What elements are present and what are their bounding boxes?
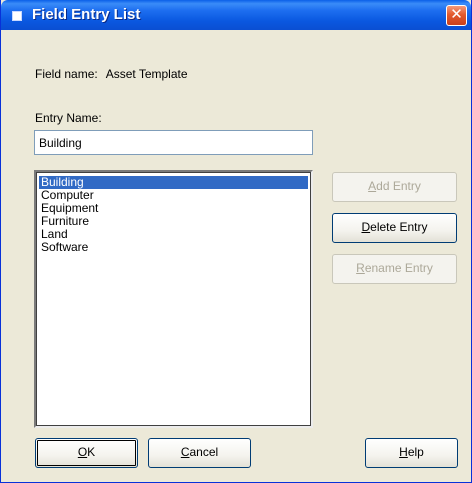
help-label: elp xyxy=(407,445,424,459)
cancel-button[interactable]: Cancel xyxy=(148,438,251,468)
field-name-row: Field name: Asset Template xyxy=(35,67,188,81)
title-bar[interactable]: Field Entry List ✕ xyxy=(1,0,471,30)
delete-entry-mnemonic: D xyxy=(361,220,371,234)
help-mnemonic: H xyxy=(399,445,408,459)
list-item[interactable]: Furniture xyxy=(39,215,308,228)
entry-name-label: Entry Name: xyxy=(35,111,102,125)
add-entry-label: dd Entry xyxy=(376,179,421,193)
field-name-value: Asset Template xyxy=(105,67,188,81)
ok-mnemonic: O xyxy=(77,445,88,459)
cancel-label: ancel xyxy=(189,445,219,459)
add-entry-mnemonic: A xyxy=(368,179,377,193)
window-title: Field Entry List xyxy=(32,6,141,23)
entry-name-input[interactable] xyxy=(34,130,313,155)
delete-entry-label: elete Entry xyxy=(370,220,428,234)
ok-label: K xyxy=(87,445,96,459)
close-button[interactable]: ✕ xyxy=(446,5,467,26)
help-button[interactable]: Help xyxy=(365,438,458,468)
add-entry-button[interactable]: Add Entry xyxy=(332,172,457,202)
close-icon: ✕ xyxy=(450,6,463,23)
ok-button[interactable]: OK xyxy=(35,438,138,468)
dialog-window: Field Entry List ✕ Field name: Asset Temp… xyxy=(0,0,472,483)
list-item[interactable]: Software xyxy=(39,241,308,254)
rename-entry-button[interactable]: Rename Entry xyxy=(332,254,457,284)
window-menu-icon[interactable] xyxy=(12,11,22,21)
delete-entry-button[interactable]: Delete Entry xyxy=(332,213,457,243)
rename-entry-label: ename Entry xyxy=(364,261,433,275)
field-name-label: Field name: xyxy=(35,67,98,81)
entry-listbox[interactable]: Building Computer Equipment Furniture Land So… xyxy=(34,170,313,428)
rename-entry-mnemonic: R xyxy=(356,261,365,275)
